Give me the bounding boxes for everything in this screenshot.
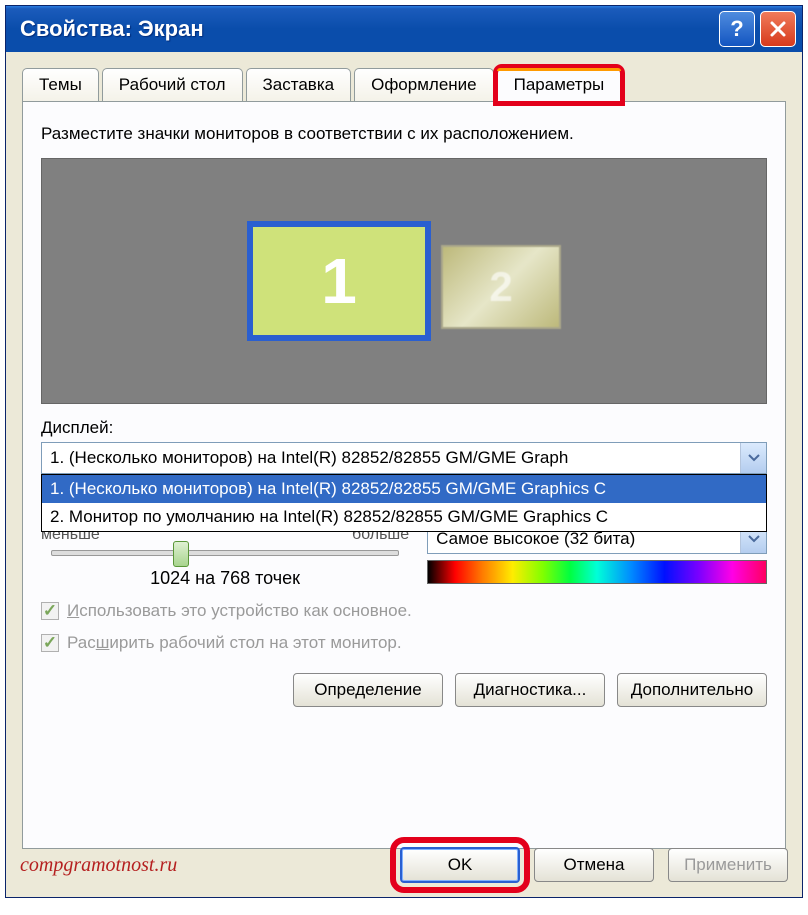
color-quality-value: Самое высокое (32 бита) bbox=[428, 529, 740, 549]
color-preview-strip bbox=[427, 560, 767, 584]
close-button[interactable] bbox=[760, 11, 796, 47]
window-title: Свойства: Экран bbox=[20, 16, 719, 42]
primary-device-checkbox[interactable]: ✓ bbox=[41, 602, 59, 620]
titlebar-buttons: ? bbox=[719, 11, 796, 47]
monitor-2[interactable]: 2 bbox=[441, 245, 561, 329]
combo-arrow[interactable] bbox=[740, 443, 766, 473]
properties-window: Свойства: Экран ? Темы Рабочий стол Заст… bbox=[5, 5, 803, 898]
ok-button[interactable]: OK bbox=[400, 847, 520, 883]
chevron-down-icon bbox=[748, 454, 760, 462]
apply-button[interactable]: Применить bbox=[668, 848, 788, 882]
display-value: 1. (Несколько мониторов) на Intel(R) 828… bbox=[42, 448, 740, 468]
extend-desktop-checkbox[interactable]: ✓ bbox=[41, 634, 59, 652]
dropdown-option-1[interactable]: 1. (Несколько мониторов) на Intel(R) 828… bbox=[42, 475, 766, 503]
client-area: Темы Рабочий стол Заставка Оформление Па… bbox=[10, 52, 798, 893]
help-button[interactable]: ? bbox=[719, 11, 755, 47]
cancel-button[interactable]: Отмена bbox=[534, 848, 654, 882]
advanced-button[interactable]: Дополнительно bbox=[617, 673, 767, 707]
display-dropdown: 1. (Несколько мониторов) на Intel(R) 828… bbox=[41, 474, 767, 532]
primary-device-checkbox-row: ✓ Использовать это устройство как основн… bbox=[41, 601, 767, 621]
chevron-down-icon bbox=[748, 535, 760, 543]
identify-button[interactable]: Определение bbox=[293, 673, 443, 707]
slider-thumb[interactable] bbox=[173, 541, 189, 567]
titlebar: Свойства: Экран ? bbox=[6, 6, 802, 52]
tab-appearance[interactable]: Оформление bbox=[354, 68, 494, 102]
dropdown-option-2[interactable]: 2. Монитор по умолчанию на Intel(R) 8285… bbox=[42, 503, 766, 531]
tab-screensaver[interactable]: Заставка bbox=[246, 68, 352, 102]
extend-desktop-label: Расширить рабочий стол на этот монитор. bbox=[67, 633, 402, 653]
dialog-footer: compgramotnost.ru OK Отмена Применить bbox=[20, 847, 788, 883]
panel-button-row: Определение Диагностика... Дополнительно bbox=[41, 673, 767, 707]
monitor-1[interactable]: 1 bbox=[247, 221, 431, 341]
display-combobox[interactable]: 1. (Несколько мониторов) на Intel(R) 828… bbox=[41, 442, 767, 474]
resolution-text: 1024 на 768 точек bbox=[41, 568, 409, 589]
close-icon bbox=[769, 20, 787, 38]
monitor-arrangement-area[interactable]: 1 2 bbox=[41, 158, 767, 404]
instruction-text: Разместите значки мониторов в соответств… bbox=[41, 124, 767, 144]
display-label: Дисплей: bbox=[41, 418, 767, 438]
tab-strip: Темы Рабочий стол Заставка Оформление Па… bbox=[10, 52, 798, 102]
tab-themes[interactable]: Темы bbox=[22, 68, 99, 102]
tab-settings[interactable]: Параметры bbox=[497, 68, 622, 102]
troubleshoot-button[interactable]: Диагностика... bbox=[455, 673, 605, 707]
extend-desktop-checkbox-row: ✓ Расширить рабочий стол на этот монитор… bbox=[41, 633, 767, 653]
primary-device-label: Использовать это устройство как основное… bbox=[67, 601, 412, 621]
settings-panel: Разместите значки мониторов в соответств… bbox=[22, 101, 786, 849]
resolution-slider[interactable] bbox=[51, 550, 399, 556]
watermark-text: compgramotnost.ru bbox=[20, 854, 386, 877]
tab-desktop[interactable]: Рабочий стол bbox=[102, 68, 243, 102]
